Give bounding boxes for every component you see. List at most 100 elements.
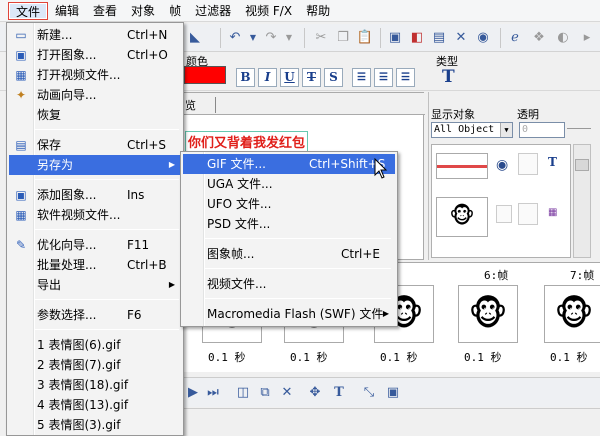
menu-item-save-frames[interactable]: 图象帧... Ctrl+E: [183, 244, 395, 264]
recent-file-item[interactable]: 2 表情图(7).gif: [9, 355, 181, 375]
menu-video-fx[interactable]: 视频 F/X: [238, 2, 299, 20]
preview-icon[interactable]: ◉: [474, 29, 492, 47]
menu-file[interactable]: 文件: [8, 1, 49, 20]
tab-preview[interactable]: 览: [185, 97, 196, 113]
menu-help[interactable]: 帮助: [299, 2, 337, 20]
frame-icon[interactable]: ▣: [386, 29, 404, 47]
properties-icon[interactable]: ▣: [384, 384, 402, 402]
menu-item-save[interactable]: ▤ 保存 Ctrl+S: [9, 135, 181, 155]
menu-item-save-gif[interactable]: GIF 文件... Ctrl+Shift+S: [183, 154, 395, 174]
underline-button[interactable]: U: [280, 68, 299, 87]
menu-item-save-video[interactable]: 视频文件...: [183, 274, 395, 294]
undo-icon[interactable]: ↶: [226, 29, 244, 47]
menu-view[interactable]: 查看: [86, 2, 124, 20]
open-video-icon: ▦: [15, 68, 27, 82]
frame-cell[interactable]: 6:帧 🐵 0.1 秒: [454, 269, 522, 365]
undo-dropdown-icon[interactable]: ▼: [244, 29, 262, 47]
copy-icon[interactable]: ❐: [334, 29, 352, 47]
menu-item-animation-wizard[interactable]: ✦ 动画向导...: [9, 85, 181, 105]
add-image-icon: ▣: [15, 188, 27, 202]
shadow-button[interactable]: S: [324, 68, 343, 87]
layer-scrollbar[interactable]: [573, 144, 591, 258]
menu-edit[interactable]: 编辑: [48, 2, 86, 20]
recent-file-item[interactable]: 4 表情图(13).gif: [9, 395, 181, 415]
menu-item-open-video[interactable]: ▦ 打开视频文件...: [9, 65, 181, 85]
resize-icon[interactable]: ⤡: [360, 384, 378, 402]
help-icon[interactable]: ◐: [554, 29, 572, 47]
menu-item-preferences[interactable]: 参数选择... F6: [9, 305, 181, 325]
align-left-icon[interactable]: ☰: [352, 68, 371, 87]
cut-icon[interactable]: ✂: [312, 29, 330, 47]
frame-toolbar: ▶ ⏭ ◫ ⧉ ✕ ✥ T ⤡ ▣: [180, 377, 600, 407]
menu-item-save-ufo[interactable]: UFO 文件...: [183, 194, 395, 214]
image-icon[interactable]: ▤: [430, 29, 448, 47]
opacity-spinner[interactable]: 0: [519, 122, 565, 138]
chevron-down-icon: ▼: [500, 123, 512, 137]
menu-item-save-as[interactable]: 另存为 ▶: [9, 155, 181, 175]
frame-cell[interactable]: 7:帧 🐵 0.1 秒: [540, 269, 600, 365]
menu-item-export[interactable]: 导出 ▶: [9, 275, 181, 295]
menu-item-save-uga[interactable]: UGA 文件...: [183, 174, 395, 194]
status-area: [180, 408, 600, 436]
browser-icon[interactable]: ℯ: [506, 29, 524, 47]
menu-item-batch[interactable]: 批量处理... Ctrl+B: [9, 255, 181, 275]
transition-icon[interactable]: ✥: [306, 384, 324, 402]
delete-frame-icon[interactable]: ✕: [278, 384, 296, 402]
layer-lock-box-2[interactable]: [518, 203, 538, 225]
display-objects-select[interactable]: All Object ▼: [431, 122, 513, 138]
save-icon: ▤: [15, 138, 27, 152]
crop-icon[interactable]: ✕: [452, 29, 470, 47]
menu-item-save-swf[interactable]: Macromedia Flash (SWF) 文件 ▶: [183, 304, 395, 324]
text-type-icon[interactable]: T: [442, 67, 455, 87]
settings-icon[interactable]: ❖: [530, 29, 548, 47]
layer-lock-box[interactable]: [518, 153, 538, 175]
menu-bar: 文件 编辑 查看 对象 帧 过滤器 视频 F/X 帮助: [0, 0, 600, 22]
canvas-tabs: 览: [181, 93, 425, 115]
menu-item-revert[interactable]: 恢复: [9, 105, 181, 125]
file-menu: ▭ 新建... Ctrl+N ▣ 打开图象... Ctrl+O ▦ 打开视频文件…: [6, 22, 184, 436]
last-frame-icon[interactable]: ⏭: [204, 384, 222, 402]
redo-dropdown-icon[interactable]: ▼: [280, 29, 298, 47]
bold-button[interactable]: B: [236, 68, 255, 87]
menu-item-open-image[interactable]: ▣ 打开图象... Ctrl+O: [9, 45, 181, 65]
open-image-icon: ▣: [15, 48, 27, 62]
opacity-slider[interactable]: [567, 128, 591, 129]
recent-file-item[interactable]: 3 表情图(18).gif: [9, 375, 181, 395]
strikethrough-button[interactable]: T: [302, 68, 321, 87]
play-icon[interactable]: ▶: [184, 384, 202, 402]
italic-button[interactable]: I: [258, 68, 277, 87]
export-icon[interactable]: ◧: [408, 29, 426, 47]
align-center-icon[interactable]: ☰: [374, 68, 393, 87]
eye-icon[interactable]: ◉: [496, 157, 508, 173]
wizard-icon: ✦: [15, 88, 27, 102]
menu-object[interactable]: 对象: [124, 2, 162, 20]
canvas-text[interactable]: 你们又背着我发红包: [185, 131, 309, 152]
layer-visibility-box[interactable]: [496, 205, 512, 223]
menu-filter[interactable]: 过滤器: [188, 2, 238, 20]
menu-item-software-video[interactable]: ▦ 软件视频文件...: [9, 205, 181, 225]
menu-item-new[interactable]: ▭ 新建... Ctrl+N: [9, 25, 181, 45]
menu-item-optimize-wizard[interactable]: ✎ 优化向导... F11: [9, 235, 181, 255]
more-icon[interactable]: ▸: [578, 29, 596, 47]
pointer-tool-icon[interactable]: ◣: [186, 29, 204, 47]
recent-file-item[interactable]: 5 表情图(3).gif: [9, 415, 181, 435]
menu-frame[interactable]: 帧: [162, 2, 188, 20]
align-right-icon[interactable]: ☰: [396, 68, 415, 87]
layer-thumbnail-text[interactable]: [436, 153, 488, 179]
menu-item-add-image[interactable]: ▣ 添加图象... Ins: [9, 185, 181, 205]
display-objects-label: 显示对象: [431, 108, 475, 121]
text-effect-icon[interactable]: T: [330, 384, 348, 402]
object-panel: 显示对象 透明 All Object ▼ 0 ◉ T 🐵 ▦: [428, 92, 600, 260]
software-video-icon: ▦: [15, 208, 27, 222]
duplicate-frame-icon[interactable]: ⧉: [256, 384, 274, 402]
recent-file-item[interactable]: 1 表情图(6).gif: [9, 335, 181, 355]
new-file-icon: ▭: [15, 28, 27, 42]
redo-icon[interactable]: ↷: [262, 29, 280, 47]
new-frame-icon[interactable]: ◫: [234, 384, 252, 402]
text-layer-icon: T: [548, 155, 557, 169]
layer-list[interactable]: ◉ T 🐵 ▦: [431, 144, 571, 258]
layer-thumbnail-image[interactable]: 🐵: [436, 197, 488, 237]
paste-icon[interactable]: 📋: [356, 29, 374, 47]
color-swatch[interactable]: [184, 66, 226, 84]
menu-item-save-psd[interactable]: PSD 文件...: [183, 214, 395, 234]
